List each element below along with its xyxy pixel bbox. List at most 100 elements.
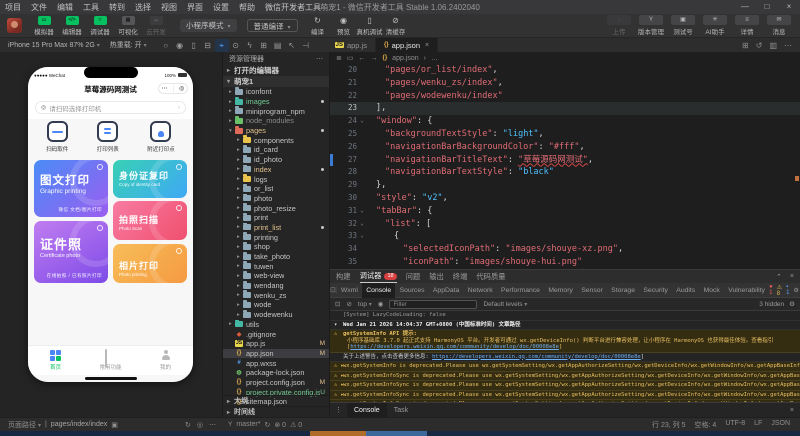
bottom-tab-Console[interactable]: Console [347, 402, 387, 418]
tree-item-pages[interactable]: ▾ pages [223, 125, 329, 136]
mode-dropdown[interactable]: 小程序模式 ▾ [180, 19, 237, 32]
close-icon[interactable]: × [790, 407, 800, 414]
预览-button[interactable]: ◉ 预览 [332, 16, 356, 36]
filter-input[interactable]: Filter [389, 299, 478, 309]
tree-item-web-view[interactable]: ▸ web-view [223, 271, 329, 281]
feature-扫码取件[interactable]: 扫码取件 [46, 121, 68, 159]
panel-tab-构建[interactable]: 构建 [336, 272, 351, 282]
toggle-模拟器[interactable]: ▭ 模拟器 [31, 15, 57, 36]
hot-reload-toggle[interactable]: 热重载: 开 ▾ [110, 40, 147, 50]
phone-tab-我的[interactable]: 我的 [138, 346, 193, 375]
minimize-button[interactable]: — [734, 0, 756, 14]
devtools-tab-Wxml[interactable]: Wxml [337, 283, 362, 298]
breadcrumb-file[interactable]: app.json [392, 55, 418, 62]
sync-icon[interactable]: ↻ [264, 421, 270, 429]
toggle-云开发[interactable]: ☁ 云开发 [143, 15, 169, 36]
console-message-4[interactable]: ⚠ ▸ wx.getSystemInfo is deprecated.Please… [330, 362, 800, 372]
warning-count[interactable]: ⚠ 0 [290, 421, 302, 429]
测试号-button[interactable]: ▣ 测试号 [668, 15, 698, 36]
devtools-tab-Network[interactable]: Network [464, 283, 497, 298]
panel-tab-代码质量[interactable]: 代码质量 [476, 272, 505, 282]
language-mode[interactable]: JSON [771, 420, 790, 430]
tree-item-shop[interactable]: ▸ shop [223, 242, 329, 252]
tree-item-tuwen[interactable]: ▸ tuwen [223, 261, 329, 271]
tree-item-wode[interactable]: ▸ wode [223, 300, 329, 310]
toggle-调试器[interactable]: ≈ 调试器 [87, 15, 113, 36]
dock-icon[interactable]: ⊣ [299, 39, 313, 52]
code-editor[interactable]: 20 "pages/or_list/index", 21 "pages/wenku_z… [330, 64, 800, 269]
record-icon[interactable]: ◉ [173, 39, 187, 52]
performance-icon[interactable]: ϟ [243, 39, 257, 52]
console-message-1[interactable]: ▾ Wed Jan 21 2026 14:04:37 GMT+0800 (中国标准… [330, 321, 800, 330]
tree-item-id_photo[interactable]: ▸ id_photo [223, 154, 329, 165]
window-icon[interactable]: ⊟ [201, 39, 215, 52]
capsule-menu[interactable]: ⋯ ◎ [158, 83, 188, 94]
消息-button[interactable]: ✉ 消息 [764, 15, 794, 36]
git-branch-name[interactable]: master* [236, 421, 260, 428]
tree-item-wenku_zs[interactable]: ▸ wenku_zs [223, 290, 329, 300]
tree-item-app.json[interactable]: {} app.json M [223, 348, 329, 359]
code-line-34[interactable]: 34 "selectedIconPath": "images/shouye-xz.… [330, 243, 800, 256]
tree-item-or_list[interactable]: ▸ or_list [223, 183, 329, 194]
card-相片打印[interactable]: 相片打印 Photo printing [113, 244, 187, 283]
tree-item-id_card[interactable]: ▸ id_card [223, 145, 329, 155]
levels-dropdown[interactable]: Default levels ▾ [483, 301, 527, 308]
tree-item-iconfont[interactable]: ▸ iconfont [223, 87, 329, 97]
menu-item-视图[interactable]: 视图 [156, 2, 182, 13]
split-editor-icon[interactable]: ⊞ [742, 41, 749, 50]
menu-item-文件[interactable]: 文件 [26, 2, 52, 13]
more-icon[interactable]: ⋯ [316, 55, 323, 63]
tree-item-components[interactable]: ▸ components [223, 135, 329, 145]
tree-item-photo_resize[interactable]: ▸ photo_resize [223, 203, 329, 213]
清缓存-button[interactable]: ⊘ 清缓存 [384, 16, 408, 36]
context-selector[interactable]: top ▾ [358, 301, 372, 308]
eye-icon[interactable]: ◎ [197, 421, 203, 429]
inspect-icon[interactable]: ⌖ [214, 38, 229, 52]
fold-icon[interactable]: ⌄ [357, 205, 367, 218]
list-icon[interactable]: ≣ [336, 54, 342, 62]
rotate-icon[interactable]: ○ [159, 39, 173, 52]
code-line-31[interactable]: 31 ⌄ "tabBar": { [330, 205, 800, 218]
code-line-27[interactable]: 27 "navigationBarTitleText": "草莓源码网测试", [330, 153, 800, 167]
layout-columns-icon[interactable]: ▥ [769, 41, 777, 50]
phone-tab-首页[interactable]: 首页 [28, 346, 83, 375]
eye-icon[interactable]: ◉ [378, 300, 384, 308]
panel-tab-调试器[interactable]: 调试器 18 [359, 270, 397, 283]
copy-icon[interactable]: ▣ [111, 421, 118, 429]
card-拍照扫描[interactable]: 拍照扫描 Photo Scan [113, 201, 187, 240]
menu-item-设置[interactable]: 设置 [208, 2, 234, 13]
menu-item-转到[interactable]: 转到 [104, 2, 130, 13]
menu-item-工具[interactable]: 工具 [78, 2, 104, 13]
printer-search-bar[interactable]: ◎ 请扫码选择打印机 › [35, 101, 186, 114]
panel-tab-问题[interactable]: 问题 [406, 272, 421, 282]
clear-console-icon[interactable]: ⊘ [346, 300, 351, 308]
devtools-tab-AppData[interactable]: AppData [429, 283, 464, 298]
版本管理-button[interactable]: Y 版本管理 [636, 15, 666, 36]
tree-item-node_modules[interactable]: ▸ node_modules [223, 116, 329, 126]
feature-附近打印点[interactable]: 附近打印点 [147, 121, 175, 159]
真机调试-button[interactable]: ▯ 真机调试 [357, 16, 383, 36]
page-path-value[interactable]: pages/index/index [51, 421, 107, 428]
gear-icon[interactable]: ⚙ [789, 300, 795, 308]
forward-icon[interactable]: → [371, 55, 378, 62]
code-line-23[interactable]: 23], [330, 102, 800, 116]
doc-link[interactable]: https://developers.weixin.qq.com/communi… [432, 354, 641, 360]
expand-caret[interactable]: ▾ [334, 322, 337, 329]
console-sidebar-icon[interactable]: ⊡ [335, 300, 340, 308]
menu-item-界面[interactable]: 界面 [182, 2, 208, 13]
toggle-编辑器[interactable]: </> 编辑器 [59, 15, 85, 36]
详情-button[interactable]: ≡ 详情 [732, 15, 762, 36]
eol-setting[interactable]: LF [754, 420, 762, 430]
phone-tab-常用功能[interactable]: 常用功能 [83, 346, 138, 375]
code-line-33[interactable]: 33 ⌄ { [330, 230, 800, 243]
code-line-29[interactable]: 29}, [330, 179, 800, 192]
bookmark-icon[interactable]: ▭ [347, 54, 354, 62]
touch-icon[interactable]: ↖ [285, 39, 299, 52]
project-root[interactable]: ▾ 萌宠1 [223, 76, 329, 87]
close-icon[interactable]: × [790, 273, 794, 281]
error-count[interactable]: ⊗ 0 [274, 421, 286, 429]
devtools-tab-Storage[interactable]: Storage [607, 283, 639, 298]
page-path-dropdown[interactable]: 页面路径 ▾ [8, 420, 41, 430]
section-大纲[interactable]: ▸ 大纲 [223, 395, 329, 406]
tree-item-print_list[interactable]: ▸ print_list [223, 222, 329, 233]
